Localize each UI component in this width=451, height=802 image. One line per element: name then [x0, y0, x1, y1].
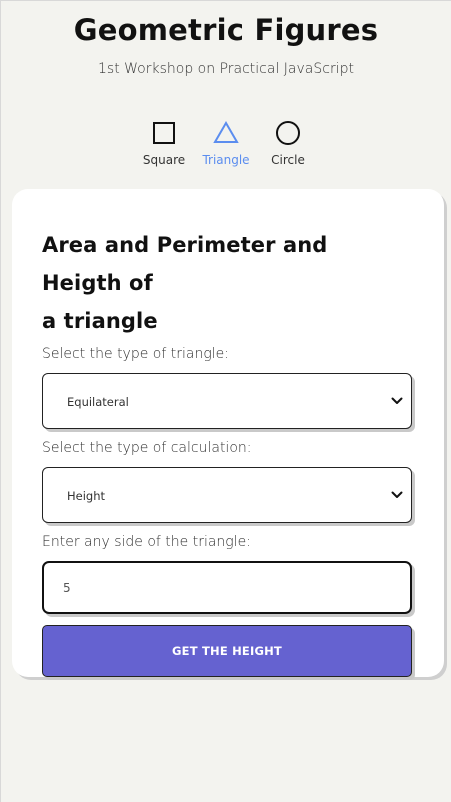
tab-label: Triangle — [202, 153, 250, 167]
calc-type-label: Select the type of calculation: — [42, 440, 252, 456]
tab-square[interactable]: Square — [143, 120, 185, 167]
calc-type-value: Height — [67, 489, 106, 503]
tab-label: Circle — [271, 153, 305, 167]
card-title: Area and Perimeter and Heigth of a trian… — [42, 226, 413, 340]
triangle-type-label: Select the type of triangle: — [42, 346, 229, 362]
triangle-type-value: Equilateral — [67, 395, 129, 409]
shape-nav: Square Triangle Circle — [1, 120, 451, 167]
chevron-down-icon — [391, 491, 403, 498]
triangle-type-select[interactable]: Equilateral — [42, 373, 412, 429]
page-subtitle: 1st Workshop on Practical JavaScript — [98, 61, 354, 77]
side-input[interactable] — [42, 561, 412, 614]
calc-type-select[interactable]: Height — [42, 467, 412, 523]
square-icon — [151, 120, 177, 146]
tab-label: Square — [142, 153, 186, 167]
tab-circle[interactable]: Circle — [267, 120, 309, 167]
chevron-down-icon — [391, 397, 403, 404]
get-height-button[interactable]: GET THE HEIGHT — [42, 625, 412, 677]
page-title: Geometric Figures — [73, 13, 379, 47]
side-label: Enter any side of the triangle: — [42, 534, 251, 550]
card-title-line1: Area and Perimeter and Heigth of — [42, 233, 328, 295]
card-title-line2: a triangle — [42, 309, 158, 333]
calculator-card: Area and Perimeter and Heigth of a trian… — [12, 189, 444, 677]
circle-icon — [275, 120, 301, 146]
tab-triangle[interactable]: Triangle — [202, 120, 250, 167]
triangle-icon — [213, 120, 239, 146]
